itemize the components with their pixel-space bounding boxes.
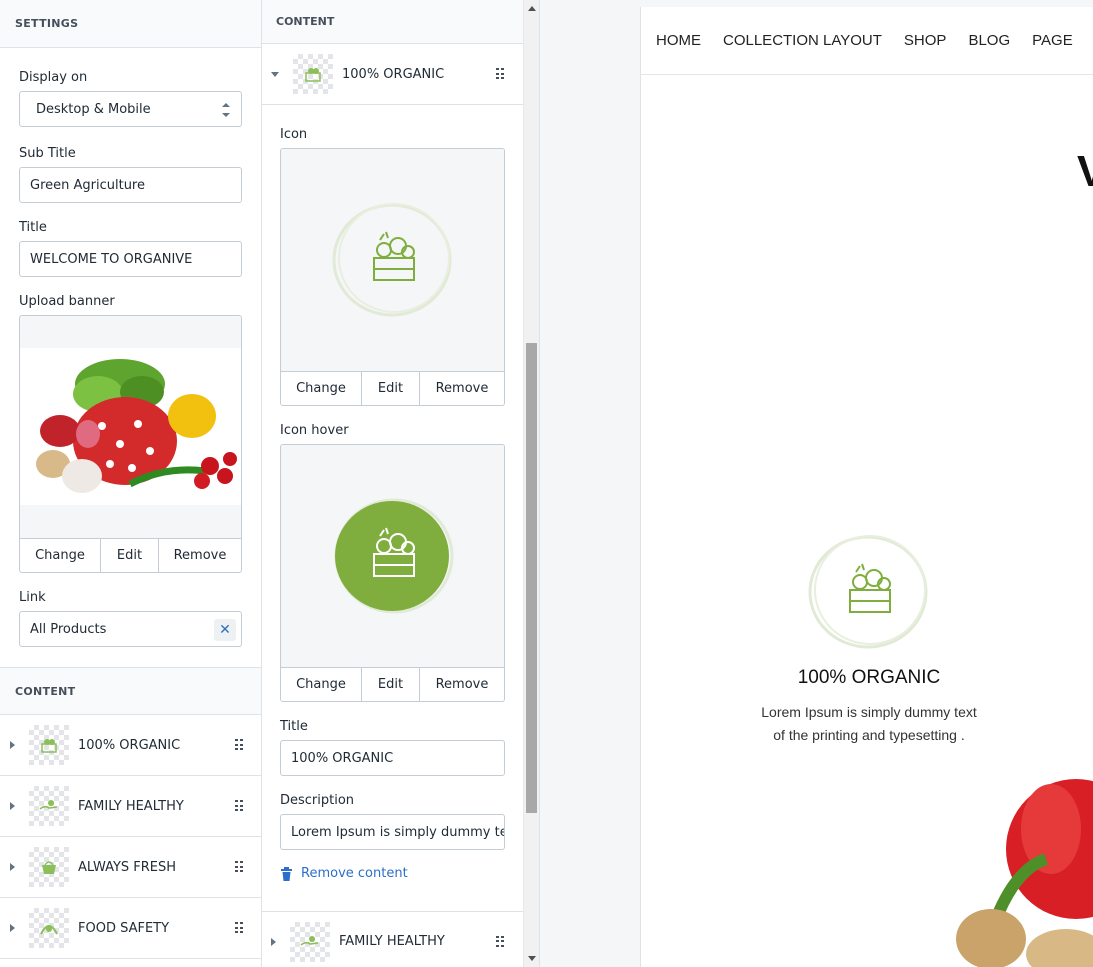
icon-hover-uploader: Change Edit Remove [280,444,505,702]
item-title-value: 100% ORGANIC [291,750,394,766]
icon-hover-change-button[interactable]: Change [281,668,362,701]
title-input[interactable]: WELCOME TO ORGANIVE [19,241,242,277]
content-item-label: FAMILY HEALTHY [78,798,184,814]
remove-content-label: Remove content [301,866,408,881]
settings-heading: SETTINGS [0,0,261,48]
content-heading: CONTENT [0,667,261,715]
expand-icon[interactable] [10,863,15,871]
description-value: Lorem Ipsum is simply dummy te [291,824,505,840]
drag-handle-icon[interactable] [496,935,504,948]
preview-nav: HOME COLLECTION LAYOUT SHOP BLOG PAGE [641,7,1093,75]
content-editor-panel: CONTENT 100% ORGANIC Icon Change Edit Re… [262,0,540,967]
banner-uploader: Change Edit Remove [19,315,242,573]
icon-hover-remove-button[interactable]: Remove [420,668,504,701]
preview-feature-desc: Lorem Ipsum is simply dummy text of the … [761,704,977,743]
description-label: Description [280,793,355,808]
content-item-label: ALWAYS FRESH [78,859,177,875]
remove-content-link[interactable]: Remove content [280,866,505,881]
nav-shop[interactable]: SHOP [904,32,947,49]
display-on-value: Desktop & Mobile [36,101,151,117]
preview-feature-title: 100% ORGANIC [797,667,941,688]
scroll-down-icon[interactable] [528,956,536,961]
editor-item-label: 100% ORGANIC [342,66,445,82]
content-item-label: 100% ORGANIC [78,737,181,753]
preview-heading-fragment: V [1077,147,1093,197]
icon-hover-label: Icon hover [280,423,349,438]
icon-remove-button[interactable]: Remove [420,372,504,405]
clear-link-icon[interactable]: ✕ [214,619,236,641]
sub-title-label: Sub Title [19,146,76,161]
vegetables-decor-image [956,779,1093,967]
upload-banner-label: Upload banner [19,294,115,309]
basket-icon [29,847,69,887]
icon-label: Icon [280,127,308,142]
select-arrows-icon [222,103,230,117]
banner-image [20,316,241,538]
content-item-always-fresh[interactable]: ALWAYS FRESH [0,837,261,898]
editor-scrollbar[interactable] [523,0,539,967]
nav-collection-layout[interactable]: COLLECTION LAYOUT [723,32,882,49]
icon-image [281,149,504,371]
sub-title-value: Green Agriculture [30,177,145,193]
link-value: All Products [30,621,107,637]
banner-change-button[interactable]: Change [20,539,101,572]
description-input[interactable]: Lorem Ipsum is simply dummy te [280,814,505,850]
display-on-label: Display on [19,70,88,85]
expand-icon[interactable] [10,924,15,932]
banner-edit-button[interactable]: Edit [101,539,159,572]
editor-heading: CONTENT [262,0,524,44]
vegetable-crate-icon [29,725,69,765]
content-item-family-healthy[interactable]: FAMILY HEALTHY [0,776,261,837]
expand-icon[interactable] [10,741,15,749]
editor-next-item[interactable]: FAMILY HEALTHY [262,911,524,967]
icon-change-button[interactable]: Change [281,372,362,405]
scroll-up-icon[interactable] [528,6,536,11]
nav-blog[interactable]: BLOG [968,32,1010,49]
vegetable-crate-filled-icon [334,498,453,614]
vegetables-banner-image [20,348,241,505]
icon-uploader: Change Edit Remove [280,148,505,406]
link-label: Link [19,590,46,605]
nav-home[interactable]: HOME [656,32,701,49]
preview-feature: 100% ORGANIC Lorem Ipsum is simply dummy… [761,532,977,746]
item-title-input[interactable]: 100% ORGANIC [280,740,505,776]
editor-item-header[interactable]: 100% ORGANIC [262,44,524,105]
vegetable-crate-icon [293,54,333,94]
title-value: WELCOME TO ORGANIVE [30,251,193,267]
icon-hover-image [281,445,504,667]
icon-hover-edit-button[interactable]: Edit [362,668,420,701]
shield-leaf-icon [29,908,69,948]
expand-icon[interactable] [271,937,276,946]
display-on-select[interactable]: Desktop & Mobile [19,91,242,127]
drag-handle-icon[interactable] [235,800,243,812]
hand-leaf-icon [290,921,330,962]
item-title-label: Title [280,719,308,734]
collapse-icon[interactable] [271,71,279,77]
drag-handle-icon[interactable] [235,861,243,873]
icon-edit-button[interactable]: Edit [362,372,420,405]
nav-page[interactable]: PAGE [1032,32,1073,49]
content-item-label: FOOD SAFETY [78,920,170,936]
content-item-food-safety[interactable]: FOOD SAFETY [0,898,261,959]
link-input[interactable]: All Products ✕ [19,611,242,647]
vegetable-crate-icon [808,535,928,649]
drag-handle-icon[interactable] [235,739,243,751]
sub-title-input[interactable]: Green Agriculture [19,167,242,203]
vegetable-crate-icon [332,203,451,317]
next-item-label: FAMILY HEALTHY [339,934,445,949]
trash-icon [281,866,292,881]
banner-remove-button[interactable]: Remove [159,539,241,572]
title-label: Title [19,220,47,235]
expand-icon[interactable] [10,802,15,810]
content-item-organic[interactable]: 100% ORGANIC [0,715,261,776]
drag-handle-icon[interactable] [235,922,243,934]
storefront-preview: HOME COLLECTION LAYOUT SHOP BLOG PAGE V … [640,7,1093,967]
scroll-thumb[interactable] [526,343,537,813]
drag-handle-icon[interactable] [496,68,504,80]
settings-panel: SETTINGS Display on Desktop & Mobile Sub… [0,0,262,967]
hand-leaf-icon [29,786,69,826]
